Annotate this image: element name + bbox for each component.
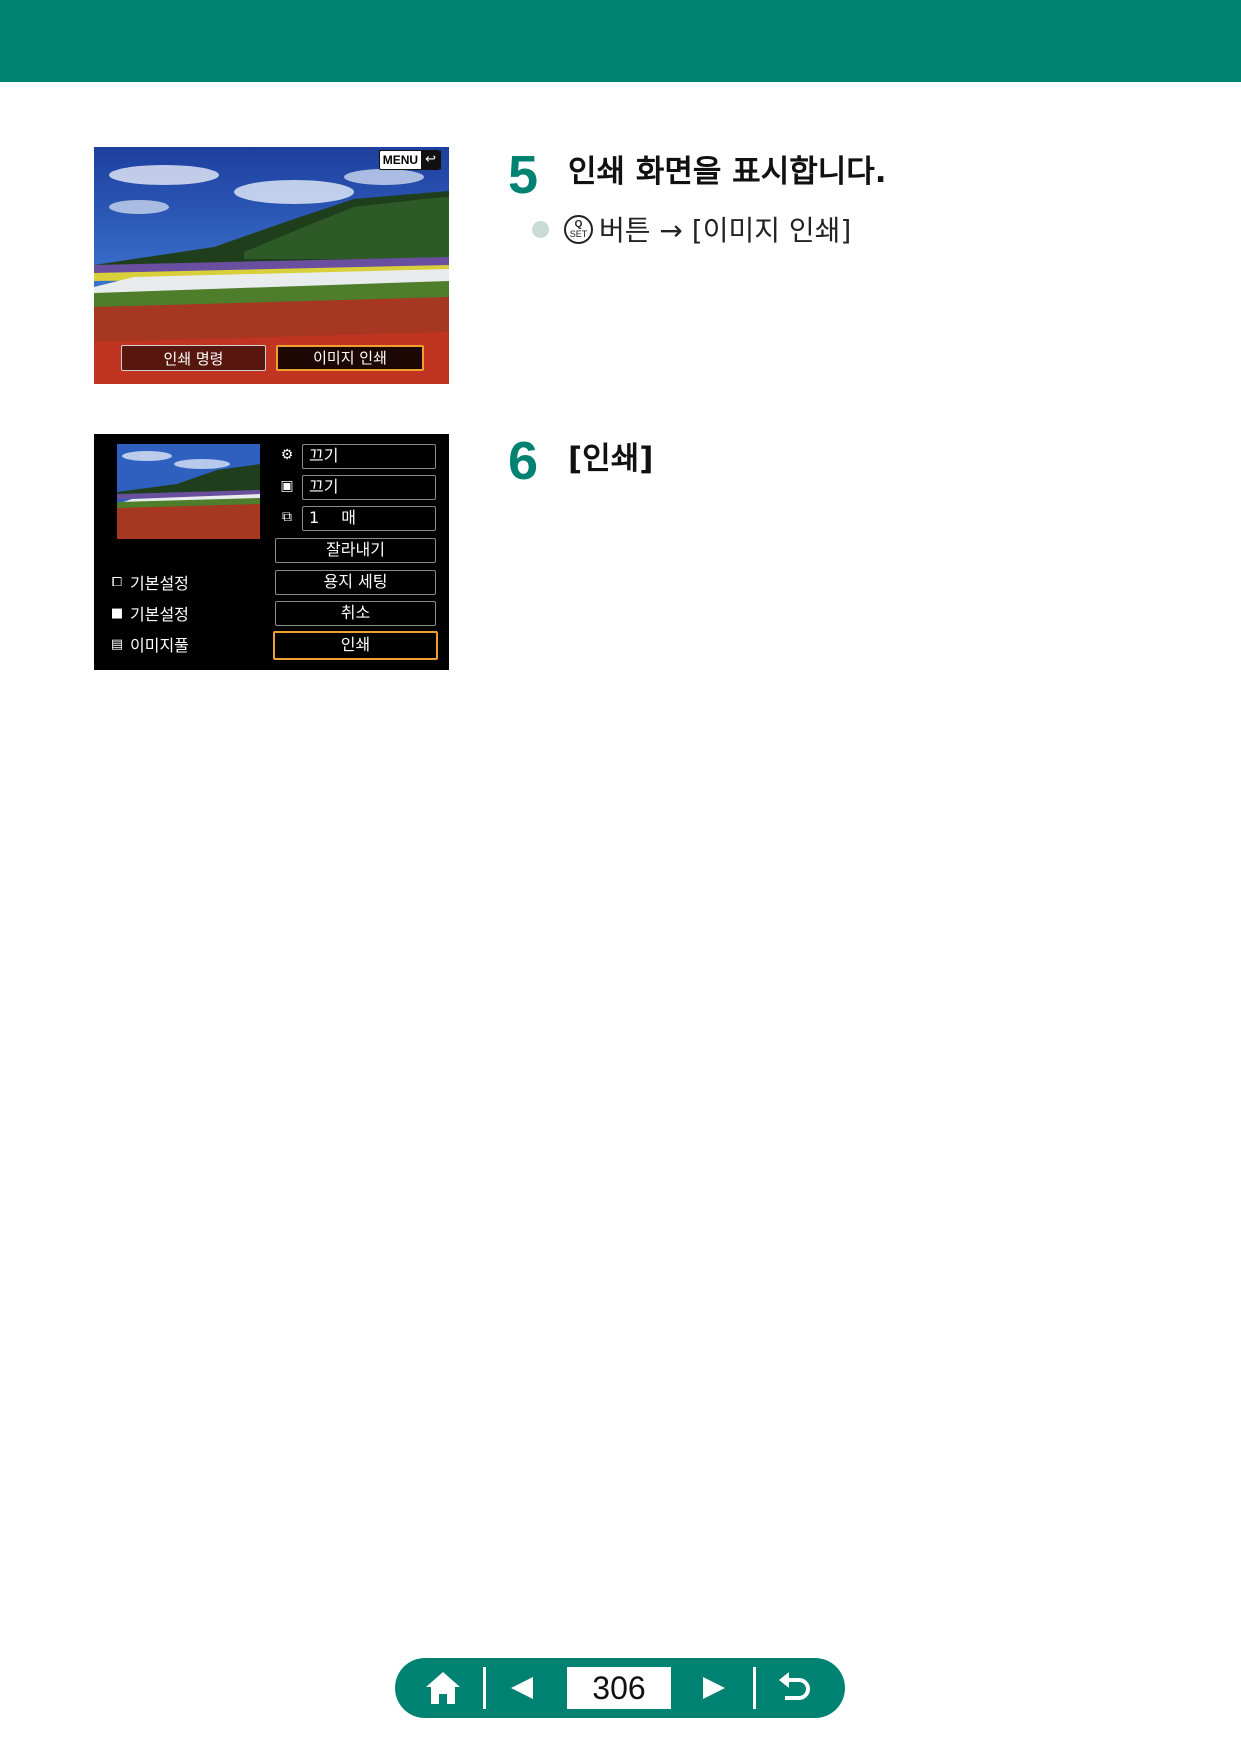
- copies-icon: ⧉: [282, 509, 292, 525]
- step-5-bullet-text: 버튼 → [이미지 인쇄]: [599, 214, 852, 247]
- paper-type-label: 기본설정: [130, 605, 189, 624]
- paper-type-setting: ■ 기본설정: [107, 601, 189, 625]
- paper-size-setting: ⧠ 기본설정: [107, 570, 189, 594]
- paper-type-icon: ■: [110, 605, 124, 621]
- camera-screen-print-menu: MENU ↩ 인쇄 명령 이미지 인쇄: [94, 147, 449, 384]
- layout-icon: ▤: [110, 636, 124, 652]
- step-6-title: [인쇄]: [568, 441, 654, 477]
- cancel-button[interactable]: 취소: [275, 601, 436, 626]
- step-5-number: 5: [508, 145, 539, 205]
- camera-screen-print-settings: ⚙ 끄기 ▣ 끄기 ⧉ 1매 잘라내기 용지 세팅 취소 인쇄 ⧠ 기본설정 ■…: [94, 434, 449, 670]
- copies-field[interactable]: 1매: [302, 506, 436, 531]
- menu-back-button[interactable]: MENU ↩: [378, 150, 441, 170]
- back-arrow-icon: ↩: [421, 151, 440, 169]
- page-navigation: 306: [395, 1658, 845, 1718]
- print-order-button[interactable]: 인쇄 명령: [121, 345, 266, 371]
- page-number: 306: [567, 1667, 671, 1709]
- menu-label: MENU: [382, 153, 419, 167]
- date-field[interactable]: 끄기: [302, 475, 436, 500]
- effect-icon: ⚙: [280, 447, 294, 463]
- prev-page-icon[interactable]: [505, 1670, 541, 1706]
- header-bar: [0, 0, 1241, 82]
- nav-separator: [753, 1667, 756, 1709]
- paper-settings-button[interactable]: 용지 세팅: [275, 570, 436, 595]
- copies-number: 1: [309, 508, 320, 527]
- image-print-button[interactable]: 이미지 인쇄: [276, 345, 424, 371]
- bullet-dot: [532, 220, 549, 238]
- home-icon[interactable]: [423, 1666, 463, 1710]
- image-thumbnail: [117, 444, 260, 539]
- print-button[interactable]: 인쇄: [273, 631, 438, 660]
- date-print-icon: ▣: [280, 478, 294, 494]
- step-6-number: 6: [508, 431, 539, 491]
- layout-setting: ▤ 이미지풀: [107, 632, 189, 656]
- return-icon[interactable]: [773, 1668, 815, 1708]
- paper-size-icon: ⧠: [111, 574, 123, 590]
- effect-field[interactable]: 끄기: [302, 444, 436, 469]
- layout-label: 이미지풀: [130, 636, 189, 655]
- step-5-title: 인쇄 화면을 표시합니다.: [568, 154, 887, 190]
- next-page-icon[interactable]: [695, 1670, 731, 1706]
- step-5-bullet: Q SET 버튼 → [이미지 인쇄]: [532, 208, 851, 250]
- paper-size-label: 기본설정: [130, 574, 189, 593]
- nav-separator: [483, 1667, 486, 1709]
- set-button-icon: Q SET: [564, 214, 593, 244]
- trim-button[interactable]: 잘라내기: [275, 538, 436, 563]
- copies-unit: 매: [341, 508, 356, 527]
